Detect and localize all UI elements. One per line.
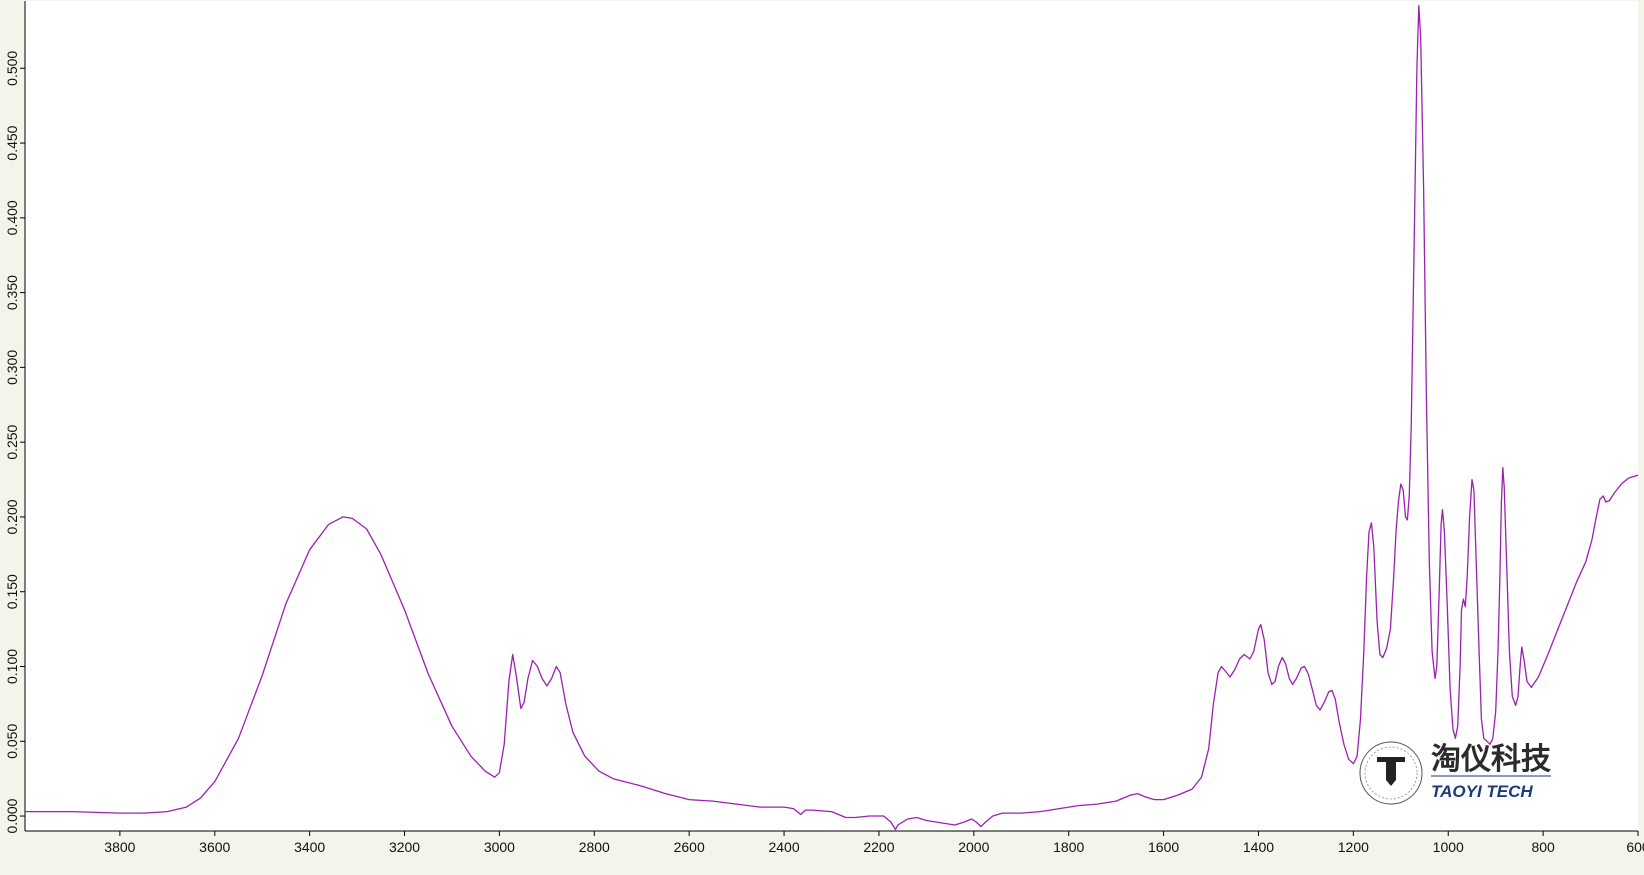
chart-canvas: 0.000 0.050 0.100 0.150 0.200 0.250 0.300 0.350… — [4, 1, 1644, 855]
y-tick-label: 0.000 — [4, 798, 20, 833]
y-tick-label: 0.500 — [4, 51, 20, 86]
y-tick-label: 0.450 — [4, 125, 20, 160]
x-tick-label: 1200 — [1338, 839, 1369, 855]
x-tick-label: 3600 — [199, 839, 230, 855]
x-tick-label: 3200 — [389, 839, 420, 855]
x-tick-label: 600 — [1626, 839, 1644, 855]
x-tick-label: 2600 — [674, 839, 705, 855]
x-tick-label: 3000 — [484, 839, 515, 855]
x-tick-label: 2200 — [863, 839, 894, 855]
y-tick-label: 0.400 — [4, 200, 20, 235]
ir-spectrum-chart: 0.000 0.050 0.100 0.150 0.200 0.250 0.300 0.350… — [0, 0, 1644, 870]
y-tick-label: 0.300 — [4, 350, 20, 385]
watermark-text-en: TAOYI TECH — [1431, 782, 1533, 801]
x-tick-label: 1800 — [1053, 839, 1084, 855]
x-tick-label: 2800 — [579, 839, 610, 855]
y-tick-label: 0.050 — [4, 724, 20, 759]
x-tick-label: 800 — [1531, 839, 1555, 855]
watermark-text-cn: 淘仪科技 — [1431, 742, 1551, 777]
x-tick-label: 2000 — [958, 839, 989, 855]
y-tick-label: 0.100 — [4, 649, 20, 684]
x-tick-label: 1600 — [1148, 839, 1179, 855]
x-axis: 3800 3600 3400 3200 3000 2800 2600 2400 2200 2000… — [104, 831, 1644, 855]
x-tick-label: 3800 — [104, 839, 135, 855]
x-tick-label: 1400 — [1243, 839, 1274, 855]
plot-background — [25, 1, 1638, 831]
x-tick-label: 3400 — [294, 839, 325, 855]
y-tick-label: 0.250 — [4, 424, 20, 459]
x-tick-label: 2400 — [768, 839, 799, 855]
y-tick-label: 0.350 — [4, 275, 20, 310]
y-tick-label: 0.200 — [4, 499, 20, 534]
y-axis: 0.000 0.050 0.100 0.150 0.200 0.250 0.300 0.350… — [4, 51, 25, 834]
y-tick-label: 0.150 — [4, 574, 20, 609]
x-tick-label: 1000 — [1433, 839, 1464, 855]
